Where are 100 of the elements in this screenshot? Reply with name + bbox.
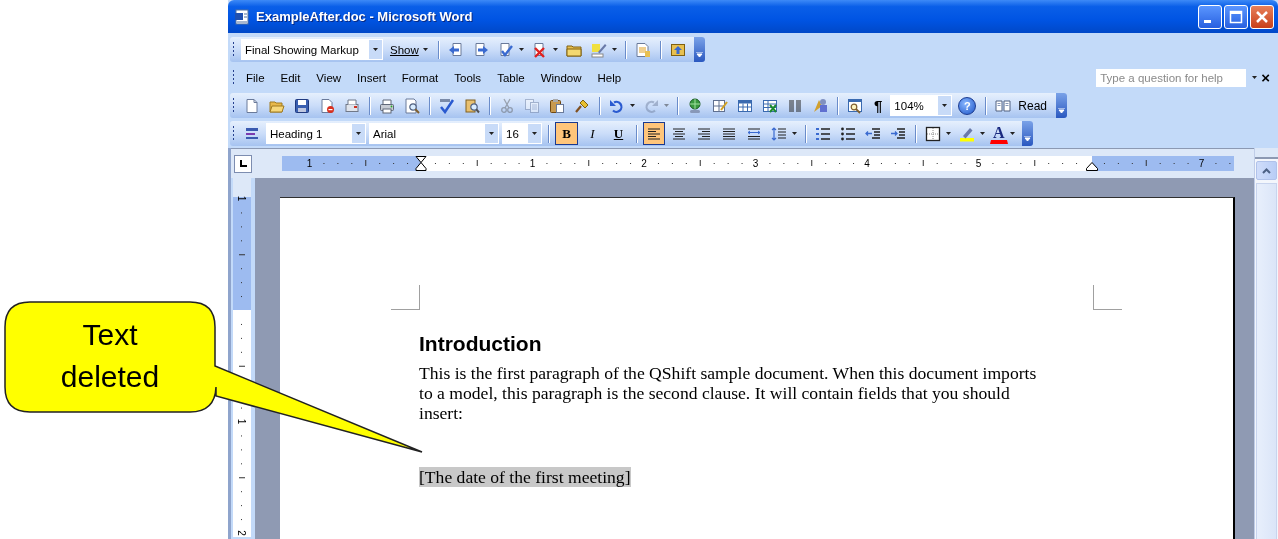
bullet-list-icon[interactable] [840,125,856,142]
caret-icon[interactable] [611,48,617,51]
increase-indent-icon[interactable] [890,125,906,142]
print-icon[interactable] [379,97,395,114]
reject-change-icon[interactable] [531,41,548,58]
book-magnifier-icon[interactable] [464,97,480,114]
italic-button[interactable]: I [581,122,604,145]
ruler-number: 4 [864,158,870,169]
vertical-scrollbar[interactable] [1254,148,1278,539]
paste-icon[interactable] [549,97,565,114]
border-icon[interactable] [925,125,941,142]
spelling-check-icon[interactable] [439,97,455,114]
globe-link-icon[interactable] [687,97,703,114]
menu-item[interactable]: Window [532,71,590,84]
caret-icon[interactable] [980,132,985,135]
bold-button[interactable]: B [555,122,578,145]
help-search-field[interactable]: Type a question for help [1096,68,1247,87]
line-spacing-icon[interactable] [771,125,787,142]
menu-item[interactable]: Insert [349,71,394,84]
tab-selector[interactable] [234,154,252,173]
book-icon [995,97,1012,114]
menu-item[interactable]: Edit [272,71,309,84]
close-button[interactable] [1250,4,1274,29]
caret-icon[interactable] [630,104,635,107]
caret-icon[interactable] [946,132,951,135]
toolbar-options-button[interactable] [693,37,705,62]
decrease-indent-icon[interactable] [865,125,881,142]
document-heading: Introduction [419,331,543,357]
spreadsheet-icon[interactable] [762,97,778,114]
paintbrush-icon[interactable] [574,97,590,114]
save-icon[interactable] [294,97,310,114]
toolbar-grip[interactable] [232,41,235,58]
shapes-icon[interactable] [812,97,828,114]
style-dropdown[interactable]: Heading 1 [266,123,366,144]
show-formatting-button[interactable]: ¶ [869,94,888,117]
menu-item[interactable]: Table [489,71,533,84]
mail-printer-icon[interactable] [344,97,360,114]
close-document-button[interactable]: × [1261,69,1270,86]
undo-icon[interactable] [609,97,625,114]
ruler-number: 1 [306,158,313,169]
toolbar-options-button[interactable] [1056,93,1068,118]
print-preview-icon[interactable] [404,97,420,114]
toolbar-options-button[interactable] [1021,121,1033,146]
align-center-icon [671,125,687,142]
font-dropdown[interactable]: Arial [369,123,499,144]
ruler-number: 3 [752,158,759,169]
display-dropdown[interactable]: Final Showing Markup [241,39,383,60]
indent-marker[interactable] [415,156,427,171]
page-stop-icon[interactable] [319,97,335,114]
document-map-icon[interactable] [847,97,863,114]
scroll-thumb[interactable] [1256,183,1277,539]
align-left-button[interactable] [643,122,665,145]
caret-icon[interactable] [518,48,524,51]
upload-icon[interactable] [669,41,686,58]
menu-item[interactable]: View [308,71,350,84]
ruler-number: 2 [236,530,247,536]
menu-item[interactable]: File [238,71,273,84]
maximize-button[interactable] [1224,4,1248,29]
menu-item[interactable]: Format [393,71,447,84]
font-size-dropdown[interactable]: 16 [502,123,542,144]
previous-change-icon[interactable] [447,41,464,58]
toolbar-grip[interactable] [232,97,235,114]
toolbar-grip[interactable] [232,125,235,142]
columns-icon[interactable] [787,97,803,114]
minimize-button[interactable] [1198,4,1222,29]
table-icon[interactable] [737,97,753,114]
next-change-icon[interactable] [472,41,489,58]
track-changes-icon[interactable] [590,41,607,58]
chevron-icon [695,52,703,58]
margin-corner-mark [1093,285,1122,310]
justify-icon [721,125,737,142]
numbered-list-icon[interactable] [815,125,831,142]
highlighter-icon[interactable] [959,125,975,142]
window-title: ExampleAfter.doc - Microsoft Word [256,9,473,24]
right-indent-marker[interactable] [1086,162,1098,171]
underline-button[interactable]: U [607,122,630,145]
styles-icon[interactable] [244,125,260,142]
caret-icon[interactable] [1252,76,1258,79]
zoom-dropdown[interactable]: 104% [890,95,953,116]
callout-text: Text deleted [59,317,161,395]
new-document-icon[interactable] [244,97,260,114]
chevron-icon [1058,108,1066,114]
caret-icon[interactable] [552,48,558,51]
show-menu-button[interactable]: Show [386,38,432,61]
accept-change-icon[interactable] [497,41,514,58]
caret-icon[interactable] [1009,132,1015,135]
minimize-icon [1203,20,1211,23]
table-pencil-icon[interactable] [712,97,728,114]
caret-icon [373,48,378,51]
align-left-icon [646,125,662,142]
menu-item[interactable]: Help [589,71,630,84]
scroll-up-button[interactable] [1256,161,1277,180]
font-color-button[interactable]: A [990,123,1008,144]
menu-item[interactable]: Tools [446,71,490,84]
read-button[interactable]: Read [1017,94,1052,117]
reviewing-pane-icon[interactable] [634,41,651,58]
caret-icon[interactable] [792,132,797,135]
document-paragraph: This is the first paragraph of the QShift sample document. When this document imports to a model, this paragraph is the second clause. It will contain fields that you should insert: [419,363,1038,423]
ruler-number: 5 [975,158,982,169]
menu-grip[interactable] [232,69,235,86]
